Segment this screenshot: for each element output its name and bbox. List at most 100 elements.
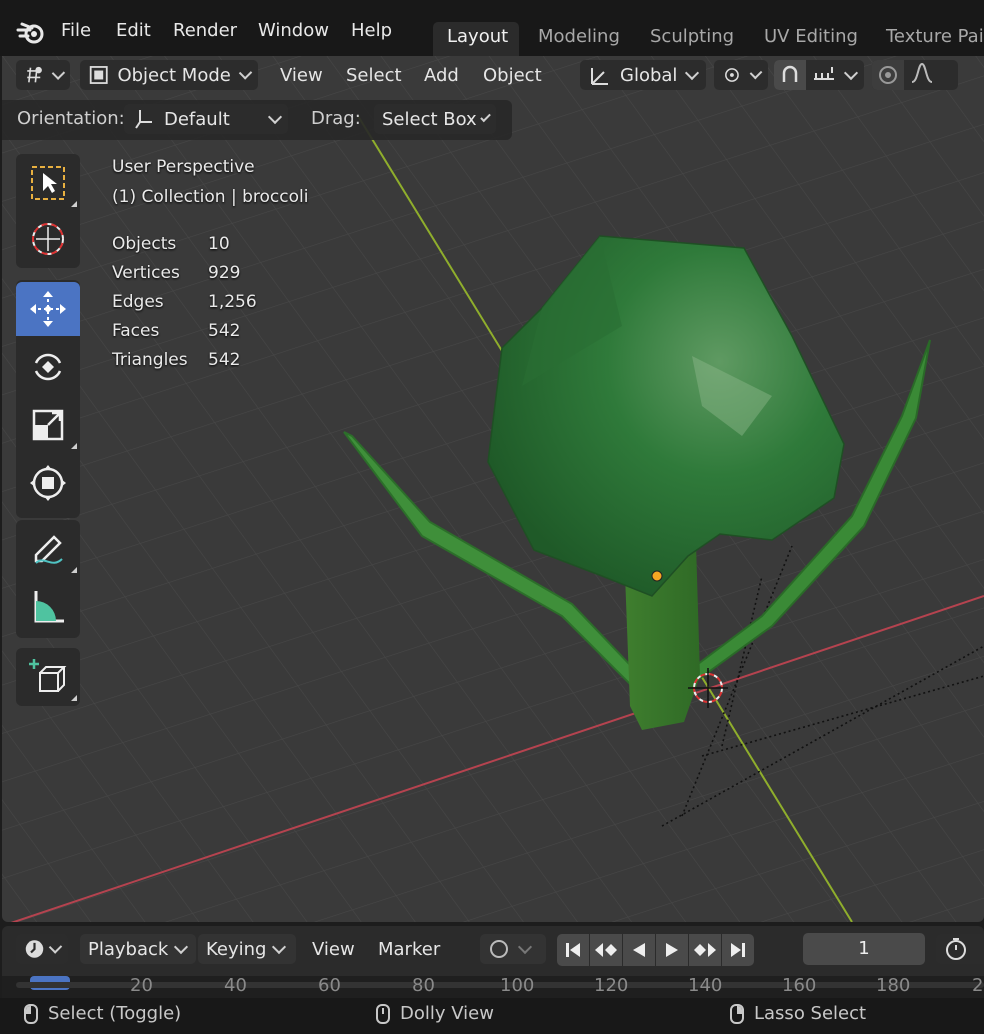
tool-measure[interactable] [16,580,80,634]
tool-scale[interactable] [16,398,80,452]
menu-view[interactable]: View [280,65,323,86]
playback-label: Playback [88,938,169,960]
timeline-ruler[interactable]: 20 40 60 80 100 120 140 160 180 2 [2,976,984,998]
ruler-tick: 80 [412,976,435,996]
proportional-editing-group [872,60,958,90]
chevron-down-icon [272,939,287,954]
chevron-down-icon [517,939,533,954]
menu-file[interactable]: File [61,20,91,41]
pivot-point-icon [725,68,739,82]
play-reverse-button[interactable] [623,934,655,966]
drag-label: Drag: [311,108,361,129]
status-middle-label: Dolly View [400,1003,494,1024]
status-bar: Select (Toggle) Dolly View Lasso Select [0,998,984,1034]
chevron-down-icon [843,65,859,80]
timeline-editor-type-button[interactable] [16,934,68,964]
menu-edit[interactable]: Edit [116,20,151,41]
chevron-down-icon [749,66,763,79]
record-icon [490,940,508,958]
cursor-icon [32,223,64,255]
keying-dropdown[interactable]: Keying [198,934,296,964]
stat-triangles-value: 542 [208,350,241,370]
status-left-label: Select (Toggle) [48,1003,182,1024]
stat-objects-label: Objects [112,234,177,254]
blender-logo-icon[interactable] [16,18,46,46]
move-icon [30,291,66,327]
playback-dropdown[interactable]: Playback [80,934,196,964]
chevron-down-icon [267,109,283,124]
play-button[interactable] [656,934,688,966]
object-mode-label: Object Mode [117,64,231,86]
proportional-editing-icon[interactable] [872,60,904,90]
chevron-down-icon [51,65,65,80]
toolbar-add-group [16,648,80,706]
jump-start-button[interactable] [557,934,589,966]
chevron-down-icon [479,111,491,122]
playback-timer-button[interactable] [936,934,984,964]
menu-select[interactable]: Select [346,65,402,86]
pivot-point-dropdown[interactable] [714,60,768,90]
ruler-tick: 160 [782,976,817,996]
tool-rotate[interactable] [16,340,80,394]
tab-modeling[interactable]: Modeling [524,22,634,56]
orientation-axes-icon [591,68,608,85]
object-mode-icon [89,66,108,84]
tool-cursor[interactable] [16,212,80,266]
play-reverse-icon [633,943,645,957]
snap-increment-icon[interactable] [812,63,836,88]
auto-keying-group[interactable] [480,934,546,964]
menu-render[interactable]: Render [173,20,237,41]
menu-window[interactable]: Window [258,20,329,41]
collection-info: (1) Collection | broccoli [112,187,309,207]
jump-end-button[interactable] [722,934,754,966]
3d-viewport[interactable]: Object Mode View Select Add Object Globa… [2,56,984,922]
select-box-icon [31,166,65,200]
annotate-icon [34,535,63,564]
jump-keyframe-forward-button[interactable] [689,934,721,966]
clock-icon [25,940,44,958]
tool-transform[interactable] [16,456,80,510]
ruler-tick: 40 [224,976,247,996]
editor-type-button[interactable] [16,60,70,90]
timeline-menu-marker[interactable]: Marker [378,939,440,960]
stat-triangles-label: Triangles [112,350,188,370]
tab-layout[interactable]: Layout [433,22,519,56]
gizmo-orientation-icon [135,110,152,129]
falloff-icon[interactable] [910,62,934,89]
transform-orientation-dropdown[interactable]: Global [580,60,706,90]
current-frame-field[interactable]: 1 [803,933,925,965]
top-bar: File Edit Render Window Help Layout Mode… [0,0,984,56]
drag-dropdown[interactable]: Select Box [374,104,496,134]
scale-icon [32,409,64,441]
keyframe-forward-icon [694,943,716,957]
tool-move[interactable] [16,282,80,336]
orientation-dropdown[interactable]: Default [124,104,288,134]
transform-orientation-label: Global [620,64,678,86]
tab-texture-paint[interactable]: Texture Pai [872,22,984,56]
tool-add-cube[interactable] [16,650,80,704]
stat-faces-value: 542 [208,321,241,341]
status-right-label: Lasso Select [754,1003,867,1024]
menu-help[interactable]: Help [351,20,392,41]
tool-select-box[interactable] [16,156,80,210]
timeline-menu-view[interactable]: View [312,939,355,960]
stat-edges-label: Edges [112,292,164,312]
tab-sculpting[interactable]: Sculpting [636,22,748,56]
jump-end-icon [731,943,745,957]
stat-faces-label: Faces [112,321,160,341]
jump-keyframe-back-button[interactable] [590,934,622,966]
tool-annotate[interactable] [16,522,80,576]
object-origin-dot [651,570,663,582]
tab-uv-editing[interactable]: UV Editing [750,22,872,56]
ruler-tick: 180 [876,976,911,996]
snap-toggle-icon[interactable] [774,60,806,90]
object-mode-dropdown[interactable]: Object Mode [80,60,258,90]
rotate-icon [34,353,62,381]
status-dolly-view: Dolly View [376,1003,494,1024]
stat-vertices-label: Vertices [112,263,180,283]
chevron-down-icon [174,939,189,954]
menu-object[interactable]: Object [483,65,542,86]
chevron-down-icon [48,939,63,954]
stopwatch-icon [946,938,966,960]
menu-add[interactable]: Add [424,65,459,86]
